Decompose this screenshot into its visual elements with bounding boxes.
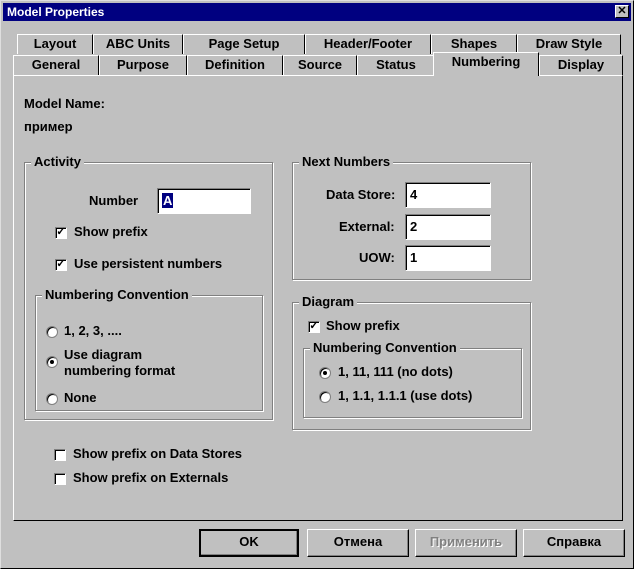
use-dots-label[interactable]: 1, 1.1, 1.1.1 (use dots) [338,388,472,403]
diagram-convention-title: Numbering Convention [310,340,460,355]
prefix-externals-checkbox[interactable] [54,473,66,485]
numbering-panel: Model Name: пример Activity Number A ✓ S… [13,75,623,521]
next-numbers-group: Next Numbers Data Store: 4 External: 2 U… [292,154,531,280]
convention-none-label[interactable]: None [64,390,97,405]
title-bar: Model Properties ✕ [3,3,631,21]
window-title: Model Properties [7,5,105,19]
diagram-convention-group: Numbering Convention 1, 11, 111 (no dots… [303,340,522,418]
radio-dot-icon [50,360,54,364]
tab-display[interactable]: Display [539,55,623,75]
tab-source[interactable]: Source [283,55,357,75]
diagram-group: Diagram ✓ Show prefix Numbering Conventi… [292,294,531,430]
check-icon: ✓ [56,258,66,270]
convention-diagram-radio[interactable] [46,356,58,368]
activity-show-prefix-label[interactable]: Show prefix [74,224,148,239]
radio-dot-icon [323,371,327,375]
number-label: Number [89,193,139,208]
external-label: External: [339,219,395,234]
activity-convention-title: Numbering Convention [42,287,192,302]
persistent-numbers-label[interactable]: Use persistent numbers [74,256,222,271]
convention-123-radio[interactable] [46,326,58,338]
tab-draw-style[interactable]: Draw Style [517,34,621,54]
activity-group: Activity Number A ✓ Show prefix ✓ Use pe… [24,154,273,420]
diagram-group-title: Diagram [299,294,358,309]
diagram-show-prefix-label[interactable]: Show prefix [326,318,400,333]
external-field[interactable]: 2 [405,214,491,240]
cancel-button[interactable]: Отмена [307,529,409,557]
tab-header-footer[interactable]: Header/Footer [305,34,431,54]
prefix-externals-label[interactable]: Show prefix on Externals [73,470,228,485]
data-store-label: Data Store: [326,187,396,202]
no-dots-radio[interactable] [319,367,331,379]
prefix-data-stores-checkbox[interactable] [54,449,66,461]
tab-page-setup[interactable]: Page Setup [183,34,305,54]
check-icon: ✓ [56,226,66,238]
activity-group-title: Activity [31,154,84,169]
persistent-numbers-checkbox[interactable]: ✓ [55,259,67,271]
activity-show-prefix-checkbox[interactable]: ✓ [55,227,67,239]
check-icon: ✓ [309,320,319,332]
tab-abc-units[interactable]: ABC Units [93,34,183,54]
tab-purpose[interactable]: Purpose [99,55,187,75]
ok-button[interactable]: OK [199,529,299,557]
next-numbers-title: Next Numbers [299,154,394,169]
tab-shapes[interactable]: Shapes [431,34,517,54]
tab-status[interactable]: Status [357,55,435,75]
model-properties-dialog: Model Properties ✕ Layout ABC Units Page… [0,0,634,569]
prefix-data-stores-label[interactable]: Show prefix on Data Stores [73,446,242,461]
uow-field[interactable]: 1 [405,245,491,271]
convention-diagram-label[interactable]: Use diagram [64,347,142,362]
no-dots-label[interactable]: 1, 11, 111 (no dots) [338,364,453,379]
number-field[interactable]: A [157,188,251,214]
use-dots-radio[interactable] [319,391,331,403]
model-name-label: Model Name: [24,96,105,111]
tab-layout[interactable]: Layout [17,34,93,54]
data-store-field[interactable]: 4 [405,182,491,208]
number-value: A [162,193,174,208]
convention-diagram-label-2[interactable]: numbering format [64,363,175,378]
close-icon[interactable]: ✕ [615,5,629,18]
help-button[interactable]: Справка [523,529,625,557]
uow-label: UOW: [359,250,395,265]
tab-definition[interactable]: Definition [187,55,283,75]
activity-convention-group: Numbering Convention 1, 2, 3, .... Use d… [35,287,263,411]
tab-numbering[interactable]: Numbering [433,52,539,76]
model-name-value: пример [24,119,73,134]
diagram-show-prefix-checkbox[interactable]: ✓ [308,321,320,333]
tab-general[interactable]: General [13,55,99,75]
convention-123-label[interactable]: 1, 2, 3, .... [64,323,122,338]
convention-none-radio[interactable] [46,393,58,405]
apply-button[interactable]: Применить [415,529,517,557]
